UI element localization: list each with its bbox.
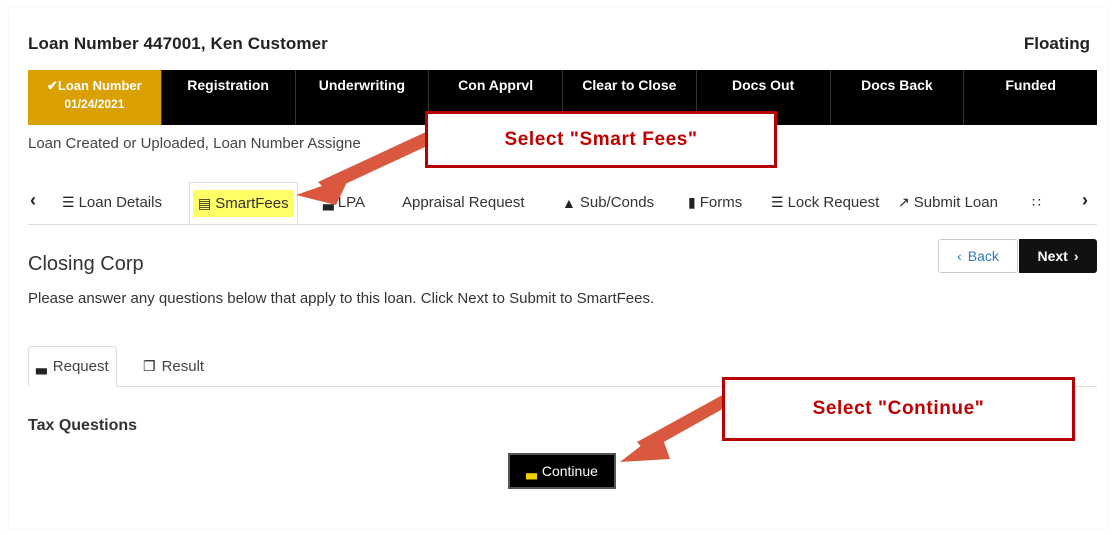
smartfees-highlight: ▤ SmartFees: [193, 189, 294, 217]
tab-label: SmartFees: [215, 194, 289, 212]
back-label: Back: [967, 248, 999, 264]
tabs-scroll-left-icon[interactable]: ‹: [30, 190, 36, 211]
step-registration[interactable]: Registration: [161, 70, 296, 125]
instructions-text: Please answer any questions below that a…: [28, 290, 655, 307]
step-label: Clear to Close: [582, 77, 677, 93]
calculator-icon: ▤: [198, 194, 212, 211]
tab-label: Result: [161, 357, 205, 375]
tab-smartfees[interactable]: ▤ SmartFees: [189, 182, 298, 224]
folder-icon: ▲: [562, 194, 576, 211]
tab-request[interactable]: ▃ Request: [28, 346, 117, 387]
next-button[interactable]: Next ›: [1019, 239, 1097, 273]
chevron-right-icon: ›: [1073, 248, 1079, 264]
section-title: Closing Corp: [28, 253, 144, 275]
book-icon: ▮: [688, 194, 696, 210]
tab-sub-conds[interactable]: ▲ Sub/Conds: [562, 182, 654, 223]
step-date: 01/24/2021: [64, 97, 125, 111]
tab-label: Forms: [699, 194, 743, 211]
step-label: Con Apprvl: [458, 77, 534, 93]
gavel-icon: ▃: [323, 194, 334, 210]
gavel-icon: ▃: [36, 358, 47, 374]
loan-title: Loan Number 447001, Ken Customer: [28, 34, 328, 53]
gavel-icon: ▃: [526, 462, 537, 479]
tab-label: Submit Loan: [913, 194, 998, 211]
tabs-scroll-right-icon[interactable]: ›: [1082, 190, 1088, 211]
list-icon: ☰: [62, 194, 75, 210]
tab-result[interactable]: ❐ Result: [143, 346, 204, 386]
step-label: Funded: [1005, 77, 1056, 93]
continue-label: Continue: [541, 463, 598, 479]
step-funded[interactable]: Funded: [964, 70, 1097, 125]
tab-label: Loan Details: [78, 194, 162, 211]
step-label: Docs Back: [861, 77, 933, 93]
tab-label: Lock Request: [787, 194, 880, 211]
list-icon: ☰: [771, 194, 784, 210]
step-docs-back[interactable]: Docs Back: [830, 70, 965, 125]
callout-select-continue: Select "Continue": [722, 377, 1075, 441]
loan-tabs: ☰ Loan Details ▤ SmartFees ▃ LPA Apprais…: [28, 182, 1097, 225]
step-label: Docs Out: [732, 77, 795, 93]
loan-status-text: Loan Created or Uploaded, Loan Number As…: [28, 135, 361, 152]
tab-more[interactable]: ∷: [1032, 182, 1045, 223]
step-underwriting[interactable]: Underwriting: [295, 70, 430, 125]
tab-loan-details[interactable]: ☰ Loan Details: [62, 182, 162, 223]
next-label: Next: [1037, 248, 1068, 264]
step-loan-number[interactable]: ✔Loan Number 01/24/2021: [28, 70, 162, 125]
tab-lock-request[interactable]: ☰ Lock Request: [771, 182, 879, 223]
tab-label: Appraisal Request: [402, 194, 525, 211]
tab-label: LPA: [337, 194, 366, 211]
step-label: ✔Loan Number: [47, 78, 142, 93]
share-icon: ↗: [898, 194, 910, 210]
continue-button[interactable]: ▃ Continue: [508, 453, 616, 489]
chevron-left-icon: ‹: [957, 248, 962, 264]
tab-lpa[interactable]: ▃ LPA: [323, 182, 365, 223]
callout-select-smartfees: Select "Smart Fees": [425, 111, 777, 168]
tab-forms[interactable]: ▮ Forms: [688, 182, 742, 223]
tab-label: Request: [52, 358, 109, 375]
tab-label: Sub/Conds: [579, 194, 655, 211]
grid-icon: ∷: [1032, 194, 1041, 210]
copy-icon: ❐: [143, 357, 156, 374]
lock-status: Floating: [1023, 34, 1090, 53]
tax-questions-heading: Tax Questions: [28, 417, 138, 434]
tab-submit-loan[interactable]: ↗ Submit Loan: [898, 182, 998, 223]
step-label: Underwriting: [318, 77, 406, 93]
tab-appraisal-request[interactable]: Appraisal Request: [402, 182, 525, 223]
back-button[interactable]: ‹ Back: [938, 239, 1018, 273]
step-label: Registration: [187, 77, 269, 93]
